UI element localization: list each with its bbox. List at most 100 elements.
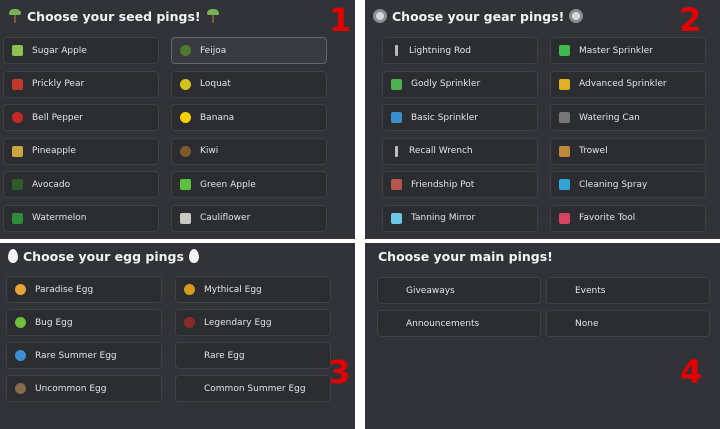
seed-pings-panel: Choose your seed pings! 1 Sugar Apple Fei…	[0, 0, 355, 239]
egg-icon	[8, 249, 18, 263]
egg-option-button[interactable]: Bug Egg	[6, 309, 162, 336]
main-option-button[interactable]: Giveaways	[377, 277, 541, 304]
gear-option-button[interactable]: Watering Can	[550, 104, 706, 131]
loquat-icon	[180, 78, 191, 90]
option-label: Paradise Egg	[35, 284, 94, 295]
egg-pings-panel: Choose your egg pings 3 Paradise Egg Myth…	[0, 243, 355, 429]
option-label: Master Sprinkler	[579, 45, 653, 56]
seed-option-button[interactable]: Loquat	[171, 70, 327, 98]
seed-option-button[interactable]: Green Apple	[171, 171, 327, 198]
panel-number: 2	[679, 1, 702, 39]
option-label: None	[575, 318, 599, 329]
sugar-apple-icon	[12, 45, 23, 56]
option-label: Avocado	[32, 179, 71, 190]
gear-option-button[interactable]: Lightning Rod	[382, 37, 538, 64]
egg-option-button[interactable]: Legendary Egg	[175, 309, 331, 336]
egg-option-button[interactable]: Rare Summer Egg	[6, 342, 162, 369]
option-label: Friendship Pot	[411, 179, 475, 190]
avocado-icon	[12, 179, 23, 190]
egg-panel-title: Choose your egg pings	[8, 246, 199, 266]
seed-option-button[interactable]: Prickly Pear	[3, 70, 159, 98]
seed-option-button[interactable]: Pineapple	[3, 137, 159, 165]
option-label: Godly Sprinkler	[411, 79, 481, 89]
egg-option-button[interactable]: Uncommon Egg	[6, 375, 162, 402]
option-label: Feijoa	[200, 45, 227, 56]
gear-option-button[interactable]: Tanning Mirror	[382, 204, 538, 232]
gear-option-button[interactable]: Favorite Tool	[550, 204, 706, 232]
watering-can-icon	[559, 112, 570, 123]
green-apple-icon	[180, 179, 191, 190]
seedling-icon	[8, 9, 22, 23]
seed-option-button[interactable]: Bell Pepper	[3, 104, 159, 131]
gear-option-button[interactable]: Godly Sprinkler	[382, 70, 538, 98]
option-label: Giveaways	[406, 285, 455, 296]
favorite-tool-icon	[559, 212, 570, 224]
option-label: Favorite Tool	[579, 213, 636, 223]
gear-option-button[interactable]: Trowel	[550, 137, 706, 165]
main-option-button[interactable]: Announcements	[377, 310, 541, 337]
egg-option-button[interactable]: Mythical Egg	[175, 276, 331, 303]
watermelon-icon	[12, 212, 23, 224]
seed-option-button[interactable]: Feijoa	[171, 37, 327, 64]
rare-summer-egg-icon	[15, 350, 26, 361]
bug-egg-icon	[15, 317, 26, 328]
seed-option-button[interactable]: Avocado	[3, 171, 159, 198]
option-label: Pineapple	[32, 146, 76, 156]
gear-option-button[interactable]: Cleaning Spray	[550, 171, 706, 198]
gear-pings-panel: Choose your gear pings! 2 Lightning Rod M…	[365, 0, 720, 239]
gear-option-button[interactable]: Basic Sprinkler	[382, 104, 538, 131]
gear-icon	[569, 9, 584, 23]
legendary-egg-icon	[184, 317, 195, 328]
paradise-egg-icon	[15, 284, 26, 295]
mythical-egg-icon	[184, 284, 195, 295]
option-label: Lightning Rod	[409, 45, 472, 56]
main-panel-title: Choose your main pings!	[378, 246, 553, 266]
lightning-rod-icon	[395, 45, 398, 56]
egg-option-button[interactable]: Common Summer Egg	[175, 375, 331, 402]
seed-option-button[interactable]: Sugar Apple	[3, 37, 159, 64]
option-label: Cleaning Spray	[579, 179, 648, 190]
option-label: Basic Sprinkler	[411, 112, 478, 123]
egg-option-button[interactable]: Rare Egg	[175, 342, 331, 369]
trowel-icon	[559, 145, 570, 157]
kiwi-icon	[180, 145, 191, 157]
option-label: Legendary Egg	[204, 317, 272, 328]
basic-sprinkler-icon	[391, 112, 402, 123]
gear-title-text: Choose your gear pings!	[392, 8, 565, 24]
seedling-icon	[206, 9, 220, 23]
main-option-button[interactable]: Events	[546, 277, 710, 304]
seed-option-button[interactable]: Kiwi	[171, 137, 327, 165]
gear-option-button[interactable]: Recall Wrench	[382, 137, 538, 165]
main-title-text: Choose your main pings!	[378, 248, 553, 264]
main-pings-panel: Choose your main pings! 4 Giveaways Event…	[365, 243, 720, 429]
option-label: Green Apple	[200, 179, 256, 190]
seed-option-button[interactable]: Banana	[171, 104, 327, 131]
advanced-sprinkler-icon	[559, 78, 570, 90]
option-label: Bug Egg	[35, 317, 73, 328]
gear-option-button[interactable]: Advanced Sprinkler	[550, 70, 706, 98]
option-label: Trowel	[579, 146, 608, 156]
seed-option-button[interactable]: Watermelon	[3, 204, 159, 232]
option-label: Cauliflower	[200, 213, 251, 223]
option-label: Advanced Sprinkler	[579, 79, 667, 89]
option-label: Sugar Apple	[32, 45, 87, 56]
feijoa-icon	[180, 45, 191, 56]
recall-wrench-icon	[395, 145, 398, 157]
seed-option-button[interactable]: Cauliflower	[171, 204, 327, 232]
option-label: Rare Egg	[204, 350, 245, 361]
gear-option-button[interactable]: Master Sprinkler	[550, 37, 706, 64]
cauliflower-icon	[180, 212, 191, 224]
blank-icon	[184, 383, 195, 394]
seed-title-text: Choose your seed pings!	[27, 8, 201, 24]
gear-option-button[interactable]: Friendship Pot	[382, 171, 538, 198]
gear-icon	[373, 9, 387, 23]
option-label: Uncommon Egg	[35, 383, 107, 394]
panel-number: 1	[329, 1, 352, 39]
option-label: Watering Can	[579, 112, 640, 123]
uncommon-egg-icon	[15, 383, 26, 394]
egg-title-text: Choose your egg pings	[23, 248, 184, 264]
egg-option-button[interactable]: Paradise Egg	[6, 276, 162, 303]
panel-number: 4	[680, 353, 703, 391]
option-label: Tanning Mirror	[411, 213, 476, 223]
main-option-button[interactable]: None	[546, 310, 710, 337]
